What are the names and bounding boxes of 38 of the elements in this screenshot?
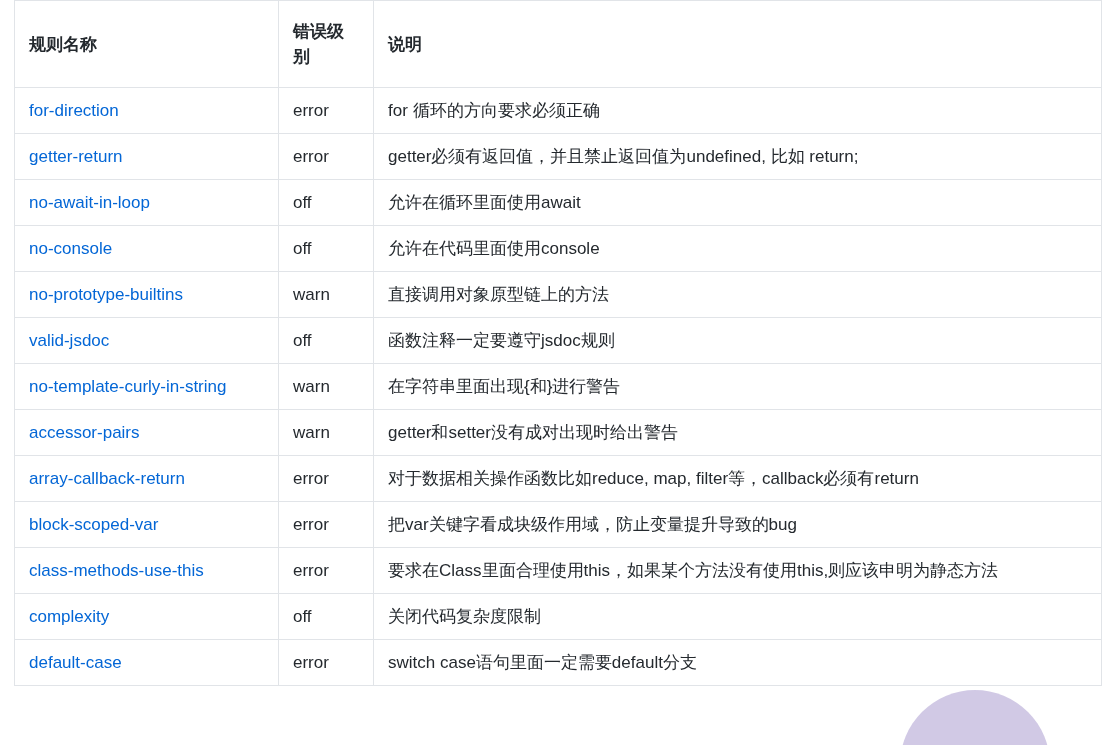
rule-description: 关闭代码复杂度限制 [388, 607, 541, 626]
error-level: error [293, 469, 329, 488]
rule-link[interactable]: valid-jsdoc [29, 331, 110, 350]
rule-link[interactable]: no-await-in-loop [29, 193, 150, 212]
rule-link[interactable]: block-scoped-var [29, 515, 159, 534]
error-level: warn [293, 285, 330, 304]
rule-link[interactable]: default-case [29, 653, 122, 672]
error-level: error [293, 147, 329, 166]
rule-description: 允许在循环里面使用await [388, 193, 581, 212]
rule-description: 要求在Class里面合理使用this，如果某个方法没有使用this,则应该申明为静态方法 [388, 561, 999, 580]
column-header: 错误级别 [293, 22, 344, 66]
rule-description: 在字符串里面出现{和}进行警告 [388, 377, 621, 396]
error-level: error [293, 653, 329, 672]
rule-description: switch case语句里面一定需要default分支 [388, 653, 697, 672]
error-level: off [293, 331, 312, 350]
error-level: error [293, 101, 329, 120]
rule-link[interactable]: no-console [29, 239, 113, 258]
rule-description: getter必须有返回值，并且禁止返回值为undefined, 比如 return; [388, 147, 859, 166]
rule-link[interactable]: for-direction [29, 101, 119, 120]
error-level: error [293, 561, 329, 580]
column-header: 规则名称 [29, 34, 97, 54]
rule-description: 函数注释一定要遵守jsdoc规则 [388, 331, 615, 350]
rule-description: 直接调用对象原型链上的方法 [388, 285, 609, 304]
rule-description: 允许在代码里面使用console [388, 239, 600, 258]
error-level: off [293, 607, 312, 626]
rule-description: getter和setter没有成对出现时给出警告 [388, 423, 678, 442]
error-level: warn [293, 377, 330, 396]
rule-link[interactable]: getter-return [29, 147, 123, 166]
error-level: off [293, 239, 312, 258]
error-level: warn [293, 423, 330, 442]
error-level: off [293, 193, 312, 212]
rule-description: 把var关键字看成块级作用域，防止变量提升导致的bug [388, 515, 797, 534]
rule-description: 对于数据相关操作函数比如reduce, map, filter等，callback必须有return [388, 469, 919, 488]
rule-description: for 循环的方向要求必须正确 [388, 101, 600, 120]
rule-link[interactable]: complexity [29, 607, 110, 626]
rule-link[interactable]: accessor-pairs [29, 423, 140, 442]
column-header: 说明 [388, 34, 422, 54]
error-level: error [293, 515, 329, 534]
